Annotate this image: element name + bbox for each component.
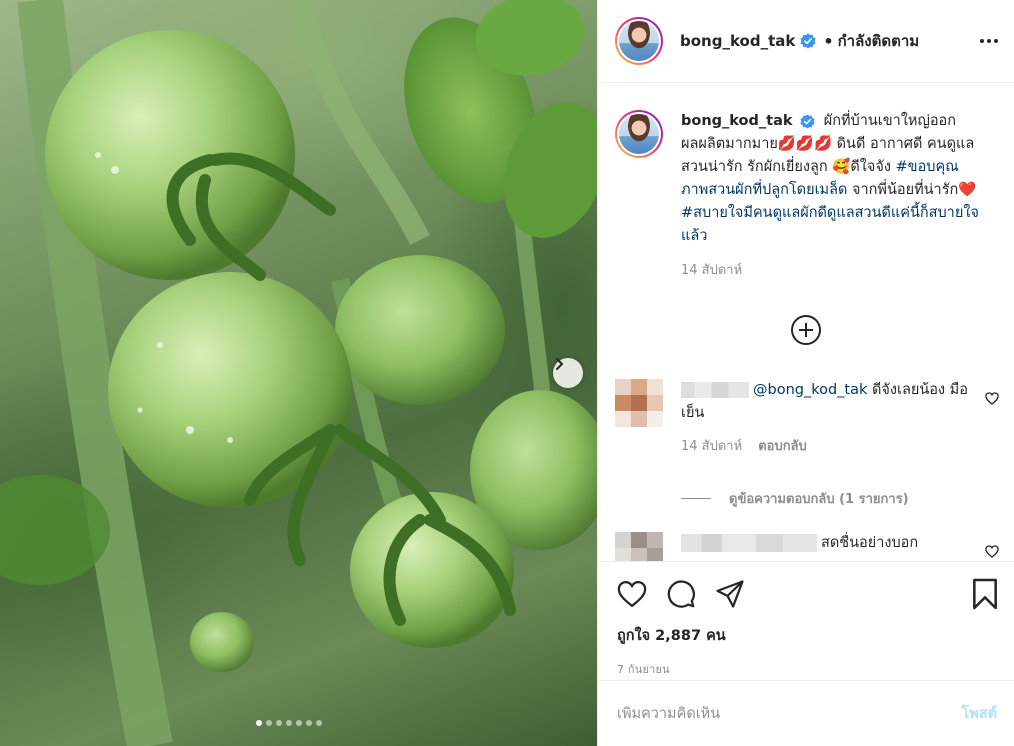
following-button[interactable]: กำลังติดตาม (838, 29, 920, 53)
author-avatar-image (619, 21, 659, 61)
comment-mention[interactable]: @bong_kod_tak (753, 382, 867, 398)
heart-icon[interactable] (617, 580, 647, 608)
avatar-pixel (615, 532, 631, 548)
post-side-panel: bong_kod_tak • กำลังติดตาม bong_kod_tak … (597, 0, 1014, 746)
carousel-dot (306, 720, 312, 726)
caption-username[interactable]: bong_kod_tak (681, 113, 793, 129)
comments-section[interactable]: bong_kod_tak ผักที่บ้านเขาใหญ่ออกผลผลิตม… (598, 84, 1014, 561)
chevron-right-icon (556, 358, 563, 370)
post-caption: bong_kod_tak ผักที่บ้านเขาใหญ่ออกผลผลิตม… (598, 84, 1014, 282)
load-more-comments-button[interactable] (791, 315, 821, 345)
comment-item: สดชื่นอย่างบอก (615, 532, 999, 561)
caption-timestamp[interactable]: 14 สัปดาห์ (681, 259, 981, 282)
comment-text: สดชื่นอย่างบอก (821, 535, 919, 551)
add-comment-bar: โพสต์ (598, 680, 1014, 746)
caption-avatar[interactable] (615, 110, 663, 158)
avatar-pixel (647, 395, 663, 411)
carousel-indicator (256, 720, 322, 726)
comment-body: @bong_kod_tak ดีจังเลยน้อง มือเย็น 14 สั… (681, 379, 971, 458)
carousel-dot (296, 720, 302, 726)
comment-icon[interactable] (666, 579, 696, 609)
reply-button[interactable]: ตอบกลับ (758, 435, 807, 458)
author-username[interactable]: bong_kod_tak (680, 32, 795, 50)
carousel-dot (266, 720, 272, 726)
comment-input[interactable] (617, 705, 962, 722)
avatar-pixel (647, 548, 663, 561)
caption-hashtag[interactable]: #สบายใจมีคนดูแลผักดีดูแลสวนดีแค่นี้ก็สบา… (681, 205, 979, 244)
view-replies-button[interactable]: ดูข้อความตอบกลับ (1 รายการ) (681, 488, 909, 509)
bookmark-icon[interactable] (971, 578, 999, 610)
avatar-pixel (631, 379, 647, 395)
caption-avatar-image (619, 114, 659, 154)
commenter-avatar[interactable] (615, 532, 663, 561)
comment-like-heart-icon[interactable] (985, 545, 999, 558)
comment-timestamp[interactable]: 14 สัปดาห์ (681, 435, 742, 458)
author-avatar[interactable] (615, 17, 663, 65)
avatar-pixel (631, 548, 647, 561)
caption-text: จากพี่น้อยที่น่ารัก❤️ (847, 182, 977, 198)
commenter-username-blurred[interactable] (681, 534, 817, 552)
carousel-dot (276, 720, 282, 726)
action-bar (598, 562, 1014, 612)
carousel-dot (316, 720, 322, 726)
commenter-username-blurred[interactable] (681, 382, 749, 398)
caption-body: bong_kod_tak ผักที่บ้านเขาใหญ่ออกผลผลิตม… (681, 110, 981, 282)
comment-meta: 14 สัปดาห์ ตอบกลับ (681, 435, 971, 458)
avatar-pixel (631, 411, 647, 427)
comment-body: สดชื่นอย่างบอก (681, 532, 971, 561)
post-actions-area: ถูกใจ 2,887 คน 7 กันยายน (598, 561, 1014, 678)
view-replies-line (681, 498, 711, 499)
post-header: bong_kod_tak • กำลังติดตาม (598, 0, 1014, 83)
verified-badge-icon (800, 113, 815, 129)
avatar-pixel (631, 532, 647, 548)
more-options-icon[interactable] (980, 39, 998, 43)
comment-like-heart-icon[interactable] (985, 392, 999, 405)
share-icon[interactable] (715, 579, 745, 609)
avatar-pixel (631, 395, 647, 411)
avatar-pixel (615, 379, 631, 395)
tomato-plant-illustration (0, 0, 597, 746)
view-replies-label: ดูข้อความตอบกลับ (1 รายการ) (729, 492, 909, 507)
post-date[interactable]: 7 กันยายน (598, 647, 1014, 678)
verified-badge-icon (800, 33, 816, 49)
comment-item: @bong_kod_tak ดีจังเลยน้อง มือเย็น 14 สั… (615, 379, 999, 458)
post-comment-button[interactable]: โพสต์ (961, 702, 997, 725)
avatar-pixel (615, 548, 631, 561)
carousel-dot (256, 720, 262, 726)
avatar-pixel (647, 411, 663, 427)
carousel-next-button[interactable] (553, 358, 583, 388)
likes-count[interactable]: ถูกใจ 2,887 คน (598, 612, 1014, 647)
header-separator: • (823, 31, 834, 51)
avatar-pixel (647, 379, 663, 395)
avatar-pixel (615, 395, 631, 411)
avatar-pixel (615, 411, 631, 427)
carousel-dot (286, 720, 292, 726)
post-photo[interactable] (0, 0, 597, 746)
commenter-avatar[interactable] (615, 379, 663, 427)
avatar-pixel (647, 532, 663, 548)
